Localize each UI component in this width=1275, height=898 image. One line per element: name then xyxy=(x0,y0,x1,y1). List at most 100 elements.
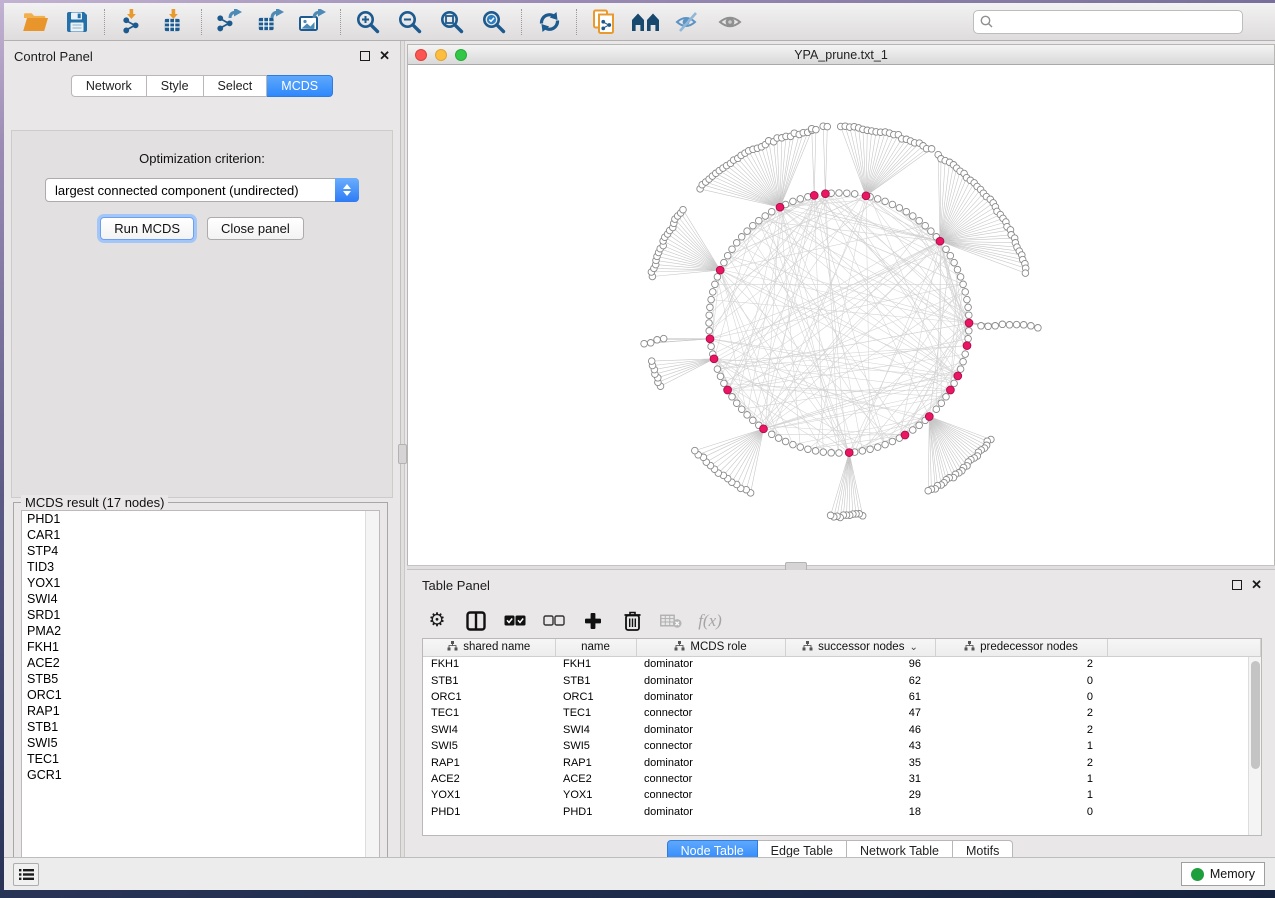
column-header-name[interactable]: name xyxy=(555,639,636,656)
apply-layout-icon[interactable] xyxy=(532,7,566,37)
toolbar-separator xyxy=(104,9,105,35)
table-row[interactable]: ACE2ACE2connector311 xyxy=(423,771,1261,787)
table-row[interactable]: STB1STB1dominator620 xyxy=(423,672,1261,688)
table-scrollbar-thumb[interactable] xyxy=(1251,661,1260,769)
table-row[interactable]: ORC1ORC1dominator610 xyxy=(423,689,1261,705)
import-network-icon[interactable] xyxy=(115,7,149,37)
mcds-result-item[interactable]: CAR1 xyxy=(22,527,379,543)
table-row[interactable]: SWI4SWI4dominator462 xyxy=(423,722,1261,738)
table-row[interactable]: SWI5SWI5connector431 xyxy=(423,738,1261,754)
select-all-rows-icon[interactable] xyxy=(504,610,526,632)
mcds-result-item[interactable]: GCR1 xyxy=(22,767,379,783)
table-cell: 61 xyxy=(785,689,935,705)
zoom-selected-icon[interactable] xyxy=(477,7,511,37)
control-panel: Control Panel ✕ NetworkStyleSelectMCDS O… xyxy=(4,41,400,857)
column-namespace-icon xyxy=(674,641,685,654)
run-mcds-button[interactable]: Run MCDS xyxy=(100,217,194,240)
table-cell: TEC1 xyxy=(555,705,636,721)
network-graph[interactable] xyxy=(408,65,1274,564)
table-cell: FKH1 xyxy=(555,656,636,672)
optimization-criterion-dropdown[interactable]: largest connected component (undirected) xyxy=(45,178,359,202)
hide-selected-icon[interactable] xyxy=(671,7,705,37)
mcds-result-list[interactable]: PHD1CAR1STP4TID3YOX1SWI4SRD1PMA2FKH1ACE2… xyxy=(21,510,380,869)
result-list-scrollbar[interactable] xyxy=(365,511,379,868)
table-cell-empty xyxy=(1107,656,1261,672)
mcds-result-item[interactable]: TEC1 xyxy=(22,751,379,767)
export-network-icon[interactable] xyxy=(212,7,246,37)
close-panel-button[interactable]: Close panel xyxy=(207,217,304,240)
mcds-result-item[interactable]: SWI4 xyxy=(22,591,379,607)
table-cell-empty xyxy=(1107,689,1261,705)
column-namespace-icon xyxy=(802,641,813,654)
panel-menu-button[interactable] xyxy=(13,863,39,886)
column-header-successor-nodes[interactable]: successor nodes⌄ xyxy=(785,639,935,656)
search-input[interactable] xyxy=(997,15,1236,29)
float-panel-icon[interactable] xyxy=(1232,580,1242,590)
import-table-icon[interactable] xyxy=(157,7,191,37)
tab-style[interactable]: Style xyxy=(147,75,204,97)
float-panel-icon[interactable] xyxy=(360,51,370,61)
mcds-result-item[interactable]: FKH1 xyxy=(22,639,379,655)
mcds-result-item[interactable]: SWI5 xyxy=(22,735,379,751)
table-row[interactable]: PHD1PHD1dominator180 xyxy=(423,804,1261,820)
close-panel-icon[interactable]: ✕ xyxy=(379,51,390,61)
mcds-result-item[interactable]: PHD1 xyxy=(22,511,379,527)
mcds-result-item[interactable]: ACE2 xyxy=(22,655,379,671)
table-cell-empty xyxy=(1107,787,1261,803)
zoom-fit-icon[interactable] xyxy=(435,7,469,37)
table-toolbar: ⚙f(x) xyxy=(419,600,1261,642)
column-header-predecessor-nodes[interactable]: predecessor nodes xyxy=(935,639,1107,656)
mcds-result-item[interactable]: STB1 xyxy=(22,719,379,735)
table-row[interactable]: YOX1YOX1connector291 xyxy=(423,787,1261,803)
table-cell: ORC1 xyxy=(555,689,636,705)
mcds-tab-content: Optimization criterion: largest connecte… xyxy=(11,130,393,498)
search-box[interactable] xyxy=(973,10,1243,34)
mcds-result-item[interactable]: PMA2 xyxy=(22,623,379,639)
export-image-icon[interactable] xyxy=(296,7,330,37)
list-icon xyxy=(19,868,34,881)
mcds-result-item[interactable]: SRD1 xyxy=(22,607,379,623)
mcds-result-item[interactable]: RAP1 xyxy=(22,703,379,719)
table-row[interactable]: RAP1RAP1dominator352 xyxy=(423,754,1261,770)
zoom-out-icon[interactable] xyxy=(393,7,427,37)
table-settings-icon[interactable]: ⚙ xyxy=(426,610,448,632)
delete-column-icon[interactable] xyxy=(621,610,643,632)
column-header-shared-name[interactable]: shared name xyxy=(423,639,555,656)
zoom-in-icon[interactable] xyxy=(351,7,385,37)
memory-button[interactable]: Memory xyxy=(1181,862,1265,886)
new-network-from-selection-icon[interactable] xyxy=(587,7,621,37)
first-neighbors-icon[interactable] xyxy=(629,7,663,37)
mcds-result-item[interactable]: ORC1 xyxy=(22,687,379,703)
mcds-result-item[interactable]: TID3 xyxy=(22,559,379,575)
mcds-result-item[interactable]: STP4 xyxy=(22,543,379,559)
mcds-result-item[interactable]: STB5 xyxy=(22,671,379,687)
table-cell: RAP1 xyxy=(423,754,555,770)
tab-network[interactable]: Network xyxy=(71,75,147,97)
table-cell: 0 xyxy=(935,804,1107,820)
table-cell: 2 xyxy=(935,722,1107,738)
deselect-all-rows-icon[interactable] xyxy=(543,610,565,632)
add-column-icon[interactable] xyxy=(582,610,604,632)
column-header-MCDS-role[interactable]: MCDS role xyxy=(636,639,785,656)
export-table-icon[interactable] xyxy=(254,7,288,37)
tab-select[interactable]: Select xyxy=(204,75,268,97)
close-panel-icon[interactable]: ✕ xyxy=(1251,580,1262,590)
tab-mcds[interactable]: MCDS xyxy=(267,75,333,97)
show-all-icon[interactable] xyxy=(713,7,747,37)
network-window-title: YPA_prune.txt_1 xyxy=(408,48,1274,62)
save-session-icon[interactable] xyxy=(60,7,94,37)
table-cell: dominator xyxy=(636,656,785,672)
table-row[interactable]: FKH1FKH1dominator962 xyxy=(423,656,1261,672)
show-columns-icon[interactable] xyxy=(465,610,487,632)
mcds-result-item[interactable]: YOX1 xyxy=(22,575,379,591)
app-window: Control Panel ✕ NetworkStyleSelectMCDS O… xyxy=(4,3,1275,890)
optimization-criterion-label: Optimization criterion: xyxy=(12,151,392,166)
table-row[interactable]: TEC1TEC1connector472 xyxy=(423,705,1261,721)
table-cell: 18 xyxy=(785,804,935,820)
network-window-titlebar[interactable]: YPA_prune.txt_1 xyxy=(408,45,1274,65)
table-cell: 2 xyxy=(935,656,1107,672)
open-file-icon[interactable] xyxy=(18,7,52,37)
memory-status-icon xyxy=(1191,868,1204,881)
table-scrollbar[interactable] xyxy=(1248,657,1261,835)
network-canvas[interactable] xyxy=(408,65,1274,565)
